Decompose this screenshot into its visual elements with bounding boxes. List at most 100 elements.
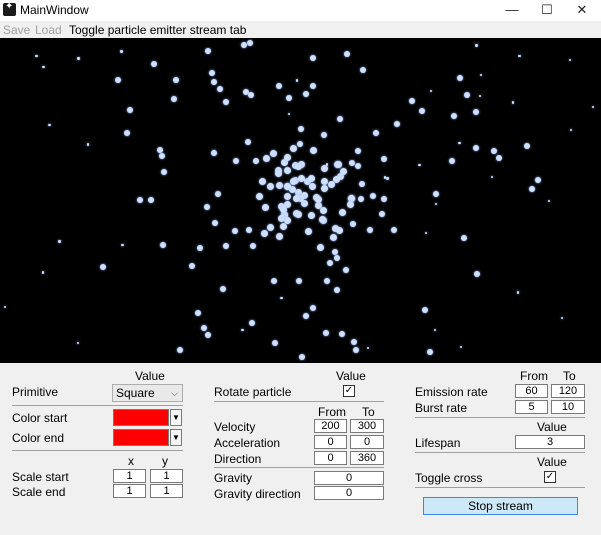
particle <box>223 98 230 105</box>
particle <box>472 108 479 115</box>
particle <box>216 85 223 92</box>
burst-rate-label: Burst rate <box>415 401 468 415</box>
menu-load[interactable]: Load <box>35 23 62 37</box>
particle <box>379 211 386 218</box>
particle <box>474 270 481 277</box>
emission-from-input[interactable]: 60 <box>515 384 548 398</box>
particle <box>248 91 255 98</box>
particle <box>528 186 535 193</box>
velocity-from-input[interactable]: 200 <box>314 419 347 433</box>
particle <box>245 227 252 234</box>
particle <box>294 210 302 218</box>
particle <box>294 163 302 171</box>
acceleration-to-input[interactable]: 0 <box>350 435 384 449</box>
color-end-dropdown-icon[interactable]: ▼ <box>170 429 182 446</box>
particle <box>275 82 282 89</box>
particle <box>290 145 298 153</box>
toggle-cross-checkbox[interactable]: ✓ <box>544 471 556 483</box>
maximize-icon[interactable]: ☐ <box>532 0 562 20</box>
emission-to-input[interactable]: 120 <box>551 384 585 398</box>
scale-start-x-input[interactable]: 1 <box>113 469 146 483</box>
scale-end-x-input[interactable]: 1 <box>113 484 146 498</box>
particle <box>205 47 212 54</box>
velocity-to-input[interactable]: 300 <box>350 419 384 433</box>
particle <box>270 150 278 158</box>
burst-from-input[interactable]: 5 <box>515 400 548 414</box>
scale-end-y-input[interactable]: 1 <box>150 484 183 498</box>
particle <box>352 346 359 353</box>
particle <box>136 197 143 204</box>
scale-start-y-input[interactable]: 1 <box>150 469 183 483</box>
particle <box>305 228 313 236</box>
particle-viewport[interactable] <box>0 38 601 363</box>
stop-stream-button[interactable]: Stop stream <box>423 497 578 515</box>
menu-save[interactable]: Save <box>3 23 30 37</box>
particle <box>324 277 331 284</box>
minimize-icon[interactable]: — <box>497 0 527 20</box>
particle <box>261 204 269 212</box>
particle <box>58 240 61 243</box>
control-panel: Value Primitive Square ⌵ Color start ▼ C… <box>0 363 601 535</box>
primitive-dropdown[interactable]: Square ⌵ <box>112 384 183 402</box>
particle <box>449 158 456 165</box>
gravity-direction-input[interactable]: 0 <box>314 486 384 500</box>
particle <box>299 354 306 361</box>
particle <box>472 144 479 151</box>
direction-from-input[interactable]: 0 <box>314 451 347 465</box>
burst-to-input[interactable]: 10 <box>551 400 585 414</box>
particle <box>460 234 467 241</box>
particle <box>245 139 252 146</box>
toggle-cross-value-header: Value <box>537 455 567 469</box>
col2-value-header: Value <box>336 369 366 383</box>
col3-from-header: From <box>520 369 548 383</box>
particle <box>434 202 437 206</box>
color-start-swatch[interactable] <box>113 409 169 426</box>
lifespan-input[interactable]: 3 <box>515 435 585 449</box>
particle <box>3 305 7 309</box>
particle <box>319 215 327 223</box>
particle <box>391 226 398 233</box>
particle <box>451 113 458 120</box>
close-icon[interactable]: ✕ <box>567 0 597 20</box>
particle <box>495 155 502 162</box>
particle <box>41 271 44 274</box>
particle <box>222 242 229 249</box>
particle <box>297 141 304 148</box>
particle <box>292 194 300 202</box>
particle <box>208 70 215 77</box>
scale-start-label: Scale start <box>12 470 69 484</box>
particle <box>249 320 256 327</box>
particle <box>86 143 90 146</box>
app-icon <box>3 1 16 16</box>
lifespan-value-header: Value <box>537 420 567 434</box>
gravity-input[interactable]: 0 <box>314 471 384 485</box>
primitive-value: Square <box>116 386 155 400</box>
lifespan-label: Lifespan <box>415 436 461 450</box>
separator <box>415 417 585 418</box>
particle <box>458 141 461 145</box>
direction-to-input[interactable]: 360 <box>350 451 384 465</box>
particle <box>478 95 482 98</box>
particle <box>380 195 387 202</box>
separator <box>12 450 183 451</box>
particle <box>281 218 284 221</box>
particle <box>279 205 287 213</box>
particle <box>475 44 478 47</box>
scale-y-header: y <box>162 454 168 468</box>
particle <box>591 105 595 109</box>
menu-toggle-emitter-tab[interactable]: Toggle particle emitter stream tab <box>69 23 246 37</box>
particle <box>233 157 240 164</box>
color-start-dropdown-icon[interactable]: ▼ <box>170 409 182 426</box>
particle <box>336 227 344 235</box>
particle <box>373 130 380 137</box>
particle <box>231 227 238 234</box>
particle <box>276 182 284 190</box>
particle <box>170 96 177 103</box>
rotate-particle-checkbox[interactable]: ✓ <box>343 385 355 397</box>
particle <box>287 112 291 116</box>
color-end-swatch[interactable] <box>113 429 169 446</box>
particle <box>150 61 157 68</box>
acceleration-from-input[interactable]: 0 <box>314 435 347 449</box>
rotate-particle-label: Rotate particle <box>214 385 292 399</box>
particle <box>285 95 292 102</box>
